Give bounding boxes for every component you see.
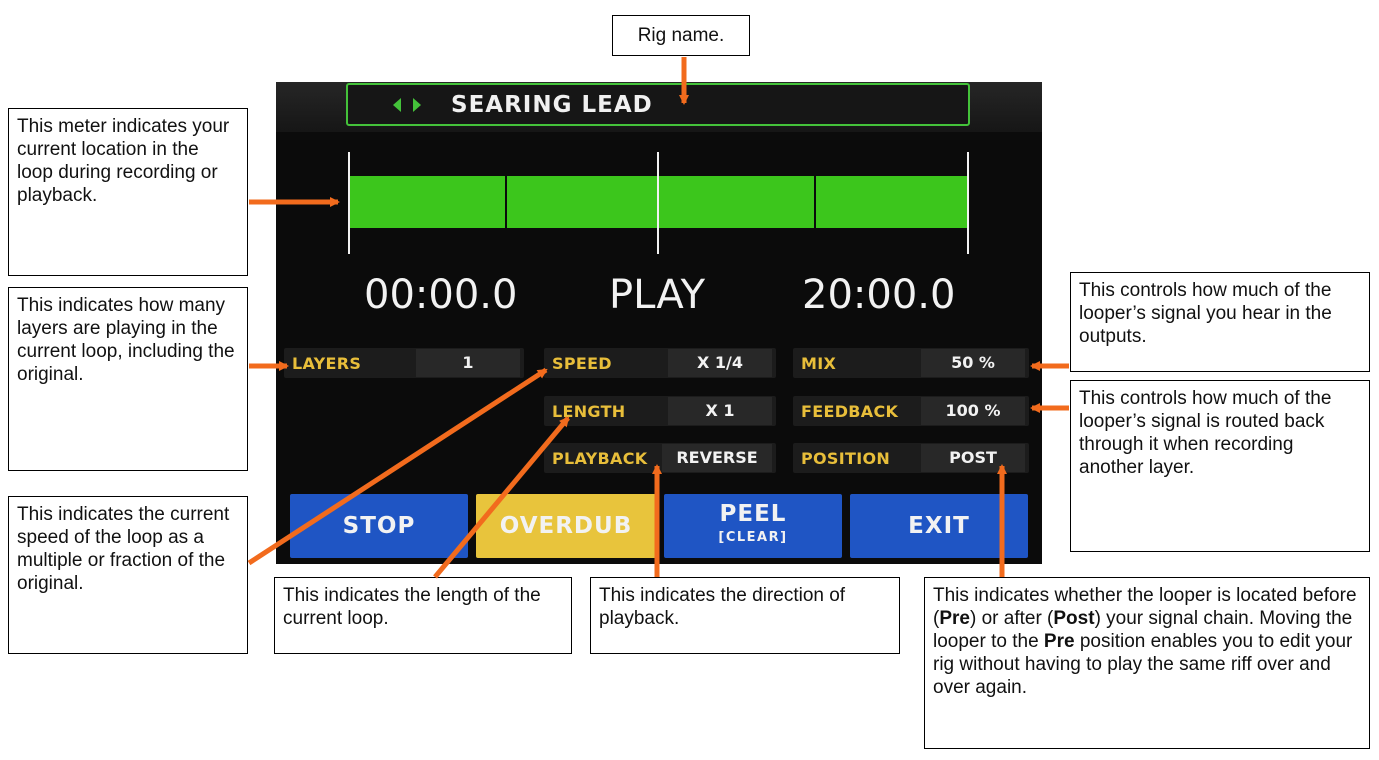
callout-arrows <box>247 57 1069 579</box>
arrow-speed <box>247 367 548 566</box>
arrow-length <box>433 416 570 579</box>
